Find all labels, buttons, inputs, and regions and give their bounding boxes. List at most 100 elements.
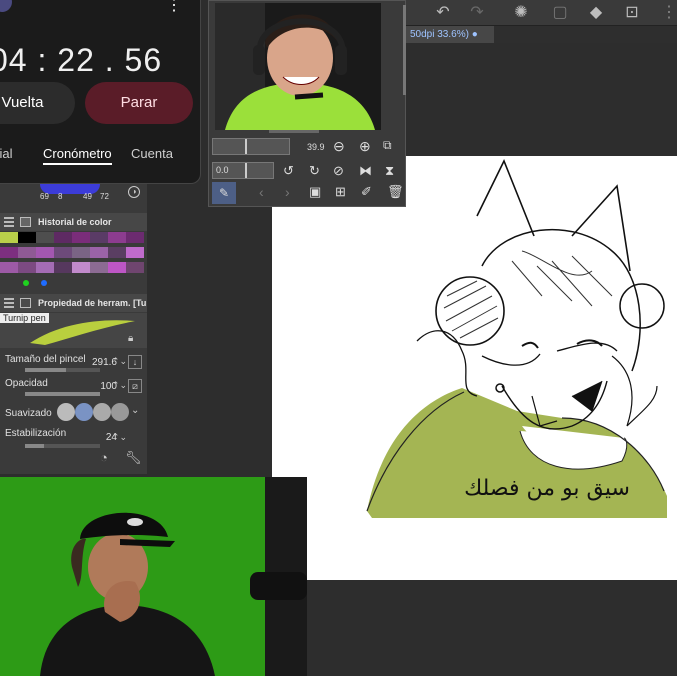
menu-icon[interactable] bbox=[4, 298, 14, 308]
flip-horizontal-icon[interactable]: ⧓ bbox=[359, 163, 372, 179]
color-swatch[interactable] bbox=[0, 232, 18, 243]
color-value-v: 49 bbox=[83, 192, 92, 201]
color-swatch[interactable] bbox=[54, 232, 72, 243]
wrench-icon[interactable]: 🔧︎ bbox=[125, 450, 142, 466]
color-swatch[interactable] bbox=[0, 262, 18, 273]
brush-size-label: Tamaño del pincel bbox=[5, 354, 86, 365]
app-toolbar: ↶ ↷ ✺ ▢ ◆ ⊡ ⋮ bbox=[404, 0, 677, 26]
tab-stopwatch[interactable]: Cronómetro bbox=[43, 146, 112, 165]
panel-scrollbar[interactable] bbox=[403, 5, 406, 95]
stopwatch-tabs: ndial Cronómetro Cuenta bbox=[0, 146, 201, 166]
fill-icon[interactable]: ◆ bbox=[585, 2, 607, 24]
copy-icon[interactable]: ▢ bbox=[549, 2, 571, 24]
color-swatch[interactable] bbox=[18, 247, 36, 258]
trash-icon[interactable]: 🗑︎ bbox=[387, 184, 404, 200]
loading-icon[interactable]: ✺ bbox=[510, 2, 532, 24]
opacity-row[interactable]: Opacidad 100 ⌃⌄ ⧄ bbox=[0, 376, 147, 400]
opacity-slider[interactable] bbox=[25, 392, 100, 396]
color-swatch[interactable] bbox=[126, 232, 144, 243]
brush-stroke-preview bbox=[30, 320, 135, 345]
new-file-icon[interactable]: ⊞ bbox=[335, 184, 346, 200]
smoothing-option-1[interactable] bbox=[57, 403, 75, 421]
smoothing-row[interactable]: Suavizado ⌄ bbox=[0, 402, 147, 426]
color-swatch[interactable] bbox=[0, 247, 18, 258]
color-swatch[interactable] bbox=[36, 262, 54, 273]
smoothing-label: Suavizado bbox=[5, 408, 52, 419]
color-history-swatches[interactable] bbox=[0, 232, 147, 278]
stopwatch-time: 04 : 22 . 56 bbox=[0, 42, 163, 78]
zoom-out-icon[interactable]: ⊖ bbox=[333, 138, 345, 155]
indicator-blue bbox=[41, 280, 47, 286]
lock-icon[interactable]: 🔒︎ bbox=[128, 333, 133, 344]
drawing-canvas[interactable]: سيق بو من فصلك bbox=[272, 156, 677, 580]
tab-world-clock[interactable]: ndial bbox=[0, 146, 12, 161]
color-swatch[interactable] bbox=[72, 247, 90, 258]
smoothing-option-3[interactable] bbox=[93, 403, 111, 421]
zoom-in-icon[interactable]: ⊕ bbox=[359, 138, 371, 155]
folder-icon[interactable]: ▣ bbox=[309, 184, 321, 200]
more-options-icon[interactable]: ⋮ bbox=[166, 0, 182, 21]
color-swatch[interactable] bbox=[108, 247, 126, 258]
color-swatch[interactable] bbox=[72, 232, 90, 243]
rotate-left-icon[interactable]: ↺ bbox=[283, 163, 294, 179]
fit-icon[interactable]: ⧉ bbox=[383, 138, 392, 153]
stepper-icon[interactable]: ⌃⌄ bbox=[112, 432, 127, 443]
video-scrollbar[interactable] bbox=[269, 130, 319, 133]
stabilization-slider[interactable] bbox=[25, 444, 100, 448]
brush-size-slider[interactable] bbox=[25, 368, 100, 372]
color-swatch[interactable] bbox=[54, 262, 72, 273]
expand-icon[interactable]: ⧄ bbox=[128, 379, 142, 393]
smoothing-option-4[interactable] bbox=[111, 403, 129, 421]
chevron-down-icon[interactable]: ⌄ bbox=[131, 405, 139, 416]
zoom-slider-thumb[interactable] bbox=[245, 139, 247, 154]
stop-button[interactable]: Parar bbox=[85, 82, 193, 124]
color-swatch[interactable] bbox=[90, 232, 108, 243]
color-swatch[interactable] bbox=[18, 232, 36, 243]
edit-icon[interactable]: ✐ bbox=[361, 184, 372, 200]
transform-icon[interactable]: ⊡ bbox=[621, 2, 643, 24]
document-tab-label: 50dpi 33.6%) bbox=[410, 29, 469, 40]
stabilization-row[interactable]: Estabilización 24 ⌃⌄ bbox=[0, 426, 147, 450]
more-icon[interactable]: ⋮ bbox=[658, 2, 677, 24]
zoom-slider[interactable] bbox=[212, 138, 290, 155]
clock-settings-icon[interactable]: ◔ bbox=[100, 450, 108, 465]
color-swatch[interactable] bbox=[36, 247, 54, 258]
rotate-slider[interactable]: 0.0 bbox=[212, 162, 274, 179]
flip-vertical-icon[interactable]: ⧗ bbox=[385, 163, 394, 179]
webcam-feed-bottom bbox=[0, 477, 307, 676]
undo-icon[interactable]: ↶ bbox=[432, 2, 454, 24]
color-swatch[interactable] bbox=[108, 262, 126, 273]
color-swatch[interactable] bbox=[54, 247, 72, 258]
color-swatch[interactable] bbox=[90, 262, 108, 273]
smoothing-option-2[interactable] bbox=[75, 403, 93, 421]
brush-preview[interactable]: Turnip pen 🔒︎ bbox=[0, 313, 147, 348]
stepper-icon[interactable]: ⌃⌄ bbox=[112, 356, 127, 367]
tool-property-header[interactable]: Propiedad de herram. [Tu bbox=[0, 294, 147, 312]
redo-icon[interactable]: ↷ bbox=[466, 2, 488, 24]
brush-size-row[interactable]: Tamaño del pincel 291.6 ⌃⌄ ↓ bbox=[0, 352, 147, 376]
prev-icon[interactable]: ‹ bbox=[259, 184, 264, 200]
color-history-header[interactable]: Historial de color bbox=[0, 213, 147, 231]
opacity-fill bbox=[25, 392, 100, 396]
color-swatch[interactable] bbox=[108, 232, 126, 243]
left-panel: ◑ 69 8 49 72 Historial de color Propieda… bbox=[0, 184, 147, 474]
lap-button[interactable]: Vuelta bbox=[0, 82, 75, 124]
color-swatch[interactable] bbox=[36, 232, 54, 243]
stepper-icon[interactable]: ⌃⌄ bbox=[112, 380, 127, 391]
tool-property-title: Propiedad de herram. [Tu bbox=[38, 298, 147, 308]
color-swatch[interactable] bbox=[126, 247, 144, 258]
download-icon[interactable]: ↓ bbox=[128, 355, 142, 369]
rotate-slider-thumb[interactable] bbox=[245, 163, 247, 178]
next-icon[interactable]: › bbox=[285, 184, 290, 200]
reset-rotation-icon[interactable]: ⊘ bbox=[333, 163, 344, 179]
menu-icon[interactable] bbox=[4, 217, 14, 227]
color-swatch[interactable] bbox=[18, 262, 36, 273]
avatar bbox=[0, 0, 12, 12]
tab-timer[interactable]: Cuenta bbox=[131, 146, 173, 161]
eyedropper-icon[interactable]: ✎ bbox=[212, 182, 236, 204]
color-swatch[interactable] bbox=[72, 262, 90, 273]
color-swatch[interactable] bbox=[90, 247, 108, 258]
rotate-right-icon[interactable]: ↻ bbox=[309, 163, 320, 179]
document-tab[interactable]: 50dpi 33.6%) ● bbox=[404, 26, 494, 43]
color-swatch[interactable] bbox=[126, 262, 144, 273]
